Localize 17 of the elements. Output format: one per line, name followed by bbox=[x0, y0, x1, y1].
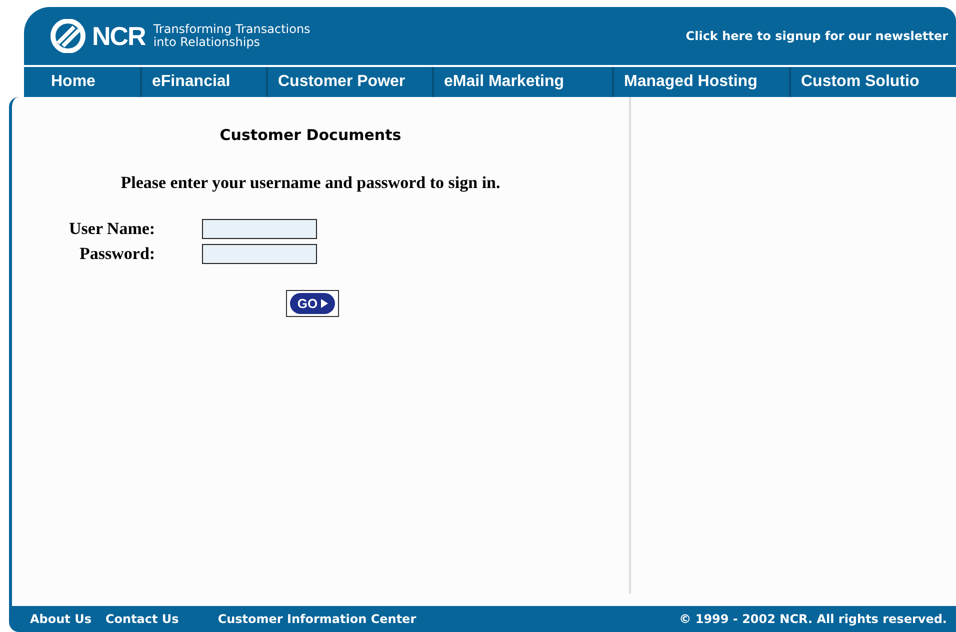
input-field[interactable] bbox=[202, 219, 318, 239]
page-title: Customer Documents bbox=[220, 126, 402, 144]
sign-in-instruction: Please enter your username and password to sign in. bbox=[120, 173, 500, 193]
footer-link[interactable]: Customer Information Center bbox=[218, 612, 416, 626]
tagline: Transforming Transactions bbox=[153, 23, 310, 36]
tagline: into Relationships bbox=[153, 36, 262, 49]
field-label: User Name: bbox=[69, 219, 156, 239]
field-label: Password: bbox=[78, 244, 156, 264]
newsletter-link[interactable]: Click here to signup for our newsletter bbox=[686, 29, 948, 43]
input-field[interactable] bbox=[202, 244, 318, 264]
logo-wordmark: NCR bbox=[92, 20, 146, 52]
footer-link[interactable]: Contact Us bbox=[105, 612, 179, 626]
go-button[interactable]: GO bbox=[286, 290, 339, 317]
copyright-text: © 1999 - 2002 NCR. All rights reserved. bbox=[679, 612, 947, 626]
play-icon bbox=[320, 299, 328, 308]
footer-link[interactable]: About Us bbox=[30, 612, 92, 626]
logo-icon bbox=[48, 19, 88, 53]
